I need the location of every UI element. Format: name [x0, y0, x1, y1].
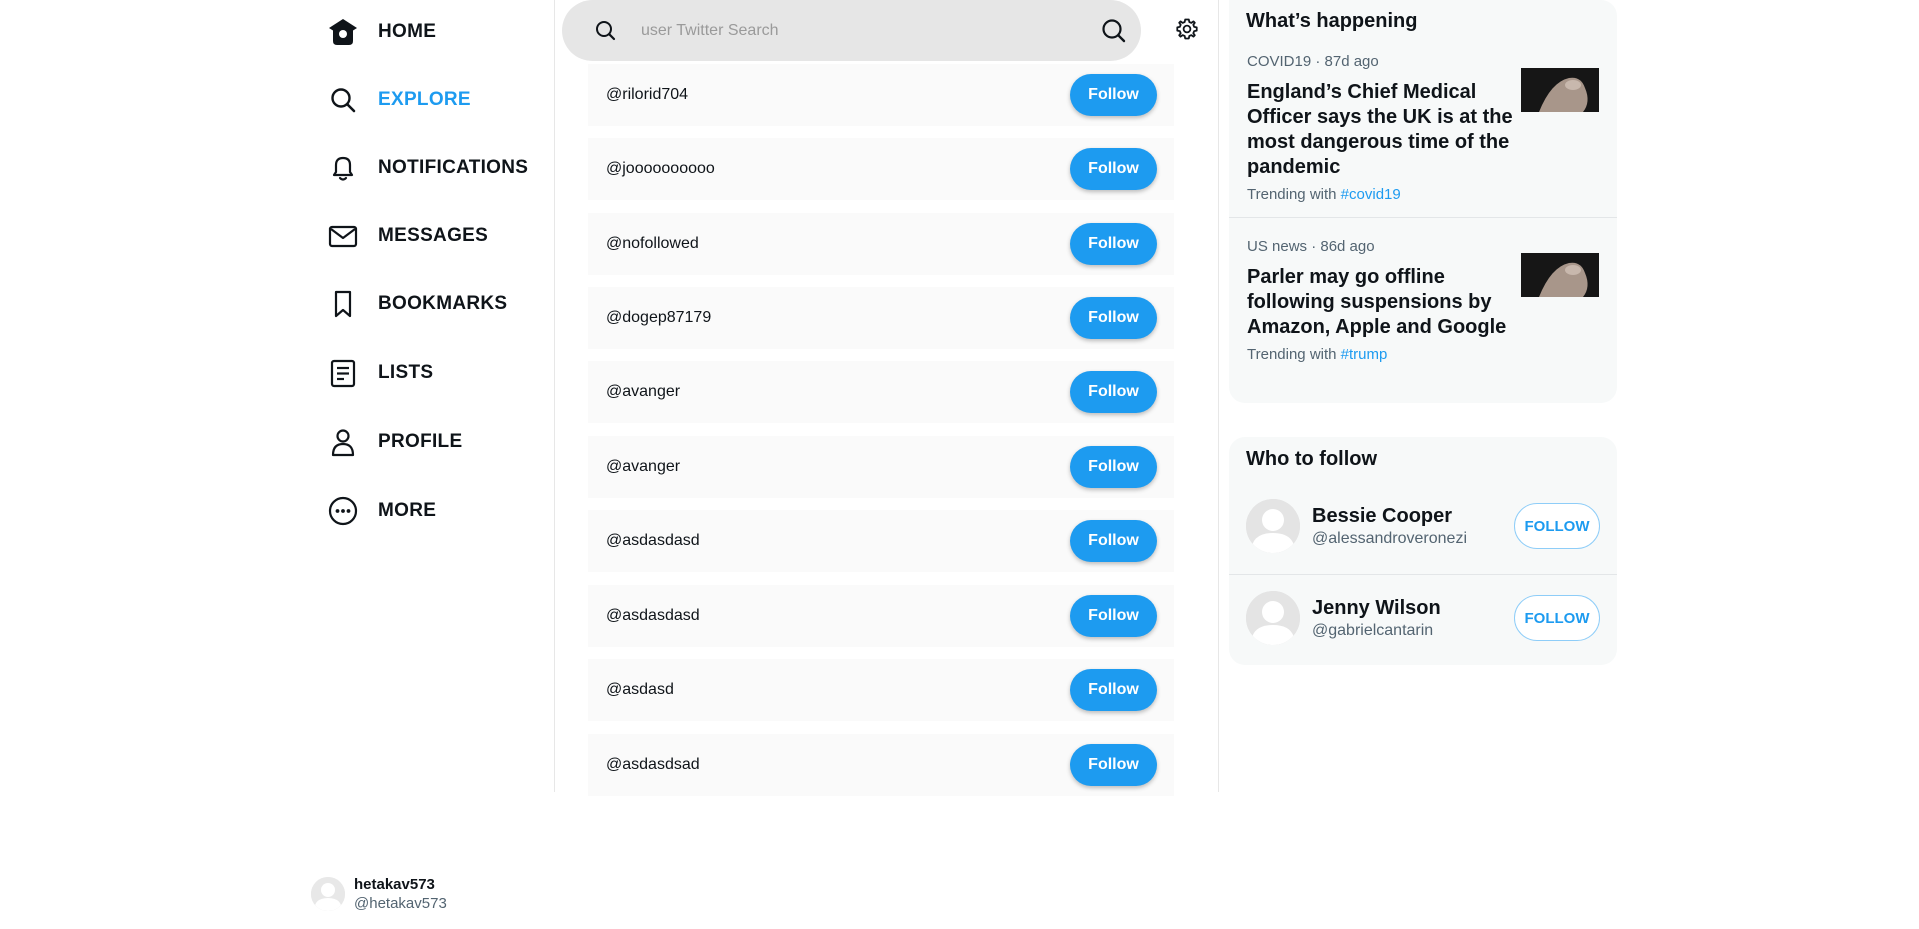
- trending-prefix: Trending with: [1247, 186, 1337, 203]
- default-avatar-icon: [1246, 499, 1300, 553]
- whats-happening-panel: What’s happening COVID19 · 87d ago Engla…: [1229, 0, 1617, 403]
- search-icon: [593, 18, 619, 44]
- follow-button[interactable]: Follow: [1070, 223, 1157, 265]
- follow-button[interactable]: Follow: [1070, 595, 1157, 637]
- trend-thumbnail: [1521, 253, 1599, 297]
- nav-item-profile[interactable]: PROFILE: [325, 422, 462, 462]
- list-item: @asdasdasd Follow: [588, 510, 1174, 572]
- suggested-user-name: Bessie Cooper: [1312, 504, 1453, 527]
- trend-title: Parler may go offline following suspensi…: [1247, 266, 1507, 338]
- divider: [1229, 217, 1617, 218]
- follow-button[interactable]: Follow: [1070, 520, 1157, 562]
- nav-item-bookmarks[interactable]: BOOKMARKS: [325, 284, 507, 324]
- user-handle: @asdasd: [606, 681, 674, 698]
- trend-item[interactable]: COVID19 · 87d ago England’s Chief Medica…: [1229, 53, 1617, 217]
- nav-label-home: HOME: [378, 21, 437, 42]
- nav-label-notifications: NOTIFICATIONS: [378, 157, 529, 178]
- follow-button[interactable]: Follow: [1070, 148, 1157, 190]
- more-icon: [325, 493, 361, 529]
- avatar: [1246, 499, 1300, 553]
- follow-button[interactable]: Follow: [1070, 669, 1157, 711]
- avatar: [311, 877, 345, 911]
- trend-thumbnail: [1521, 68, 1599, 112]
- nav-item-more[interactable]: MORE: [325, 491, 436, 531]
- user-handle: @avanger: [606, 383, 681, 400]
- follow-button[interactable]: FOLLOW: [1514, 595, 1600, 641]
- suggested-user[interactable]: Bessie Cooper @alessandroveronezi FOLLOW: [1229, 482, 1617, 570]
- account-switcher[interactable]: hetakav573 @hetakav573: [311, 876, 447, 912]
- who-to-follow-panel: Who to follow Bessie Cooper @alessandrov…: [1229, 437, 1617, 665]
- follow-button[interactable]: Follow: [1070, 744, 1157, 786]
- nav-label-explore: EXPLORE: [378, 89, 471, 110]
- follow-button[interactable]: FOLLOW: [1514, 503, 1600, 549]
- list-item: @nofollowed Follow: [588, 213, 1174, 275]
- search-bar: [562, 0, 1141, 61]
- nav-label-bookmarks: BOOKMARKS: [378, 293, 508, 314]
- default-avatar-icon: [311, 877, 345, 911]
- nav-item-lists[interactable]: LISTS: [325, 353, 433, 393]
- nav-label-messages: MESSAGES: [378, 225, 489, 246]
- user-handle: @asdasdasd: [606, 607, 700, 624]
- mail-icon: [325, 218, 361, 254]
- user-handle: @dogep87179: [606, 309, 712, 326]
- account-name: hetakav573: [354, 876, 435, 893]
- trend-title: England’s Chief Medical Officer says the…: [1247, 81, 1513, 178]
- bookmark-icon: [325, 286, 361, 322]
- user-handle: @asdasdsad: [606, 756, 700, 773]
- search-submit-icon[interactable]: [1099, 16, 1129, 46]
- list-item: @asdasd Follow: [588, 659, 1174, 721]
- list-item: @asdasdasd Follow: [588, 585, 1174, 647]
- trending-prefix: Trending with: [1247, 346, 1337, 363]
- list-icon: [325, 355, 361, 391]
- user-handle: @joooooooooo: [606, 160, 715, 177]
- bell-icon: [325, 150, 361, 186]
- account-handle: @hetakav573: [354, 895, 447, 912]
- follow-button[interactable]: Follow: [1070, 371, 1157, 413]
- search-icon: [325, 82, 361, 118]
- trend-with: Trending with #covid19: [1247, 186, 1599, 203]
- list-item: @joooooooooo Follow: [588, 138, 1174, 200]
- nav-label-more: MORE: [378, 500, 437, 521]
- whats-happening-title: What’s happening: [1246, 10, 1418, 32]
- suggested-user-handle: @alessandroveronezi: [1312, 529, 1467, 547]
- trend-with: Trending with #trump: [1247, 346, 1599, 363]
- nav-item-home[interactable]: HOME: [325, 12, 436, 52]
- list-item: @dogep87179 Follow: [588, 287, 1174, 349]
- suggested-user-handle: @gabrielcantarin: [1312, 621, 1434, 639]
- left-divider: [554, 0, 555, 792]
- settings-gear-icon[interactable]: [1175, 17, 1199, 41]
- avatar: [1246, 591, 1300, 645]
- who-to-follow-title: Who to follow: [1246, 448, 1378, 470]
- suggested-user[interactable]: Jenny Wilson @gabrielcantarin FOLLOW: [1229, 574, 1617, 662]
- follow-button[interactable]: Follow: [1070, 297, 1157, 339]
- list-item: @avanger Follow: [588, 361, 1174, 423]
- nav-item-notifications[interactable]: NOTIFICATIONS: [325, 148, 528, 188]
- nav-item-messages[interactable]: MESSAGES: [325, 216, 488, 256]
- suggested-user-name: Jenny Wilson: [1312, 596, 1441, 619]
- trend-hashtag[interactable]: #trump: [1341, 346, 1388, 363]
- right-divider: [1218, 0, 1219, 792]
- trend-item[interactable]: US news · 86d ago Parler may go offline …: [1229, 238, 1617, 363]
- search-input[interactable]: [641, 15, 1099, 46]
- user-icon: [325, 424, 361, 460]
- trend-hashtag[interactable]: #covid19: [1341, 186, 1401, 203]
- nav-label-lists: LISTS: [378, 362, 434, 383]
- user-handle: @asdasdasd: [606, 532, 700, 549]
- nav-item-explore[interactable]: EXPLORE: [325, 80, 471, 120]
- home-icon: [325, 14, 361, 50]
- follow-button[interactable]: Follow: [1070, 446, 1157, 488]
- list-item: @asdasdsad Follow: [588, 734, 1174, 796]
- default-avatar-icon: [1246, 591, 1300, 645]
- follow-button[interactable]: Follow: [1070, 74, 1157, 116]
- nav-label-profile: PROFILE: [378, 431, 463, 452]
- user-handle: @avanger: [606, 458, 681, 475]
- user-handle: @nofollowed: [606, 235, 699, 252]
- list-item: @avanger Follow: [588, 436, 1174, 498]
- user-handle: @rilorid704: [606, 86, 689, 103]
- list-item: @rilorid704 Follow: [588, 64, 1174, 126]
